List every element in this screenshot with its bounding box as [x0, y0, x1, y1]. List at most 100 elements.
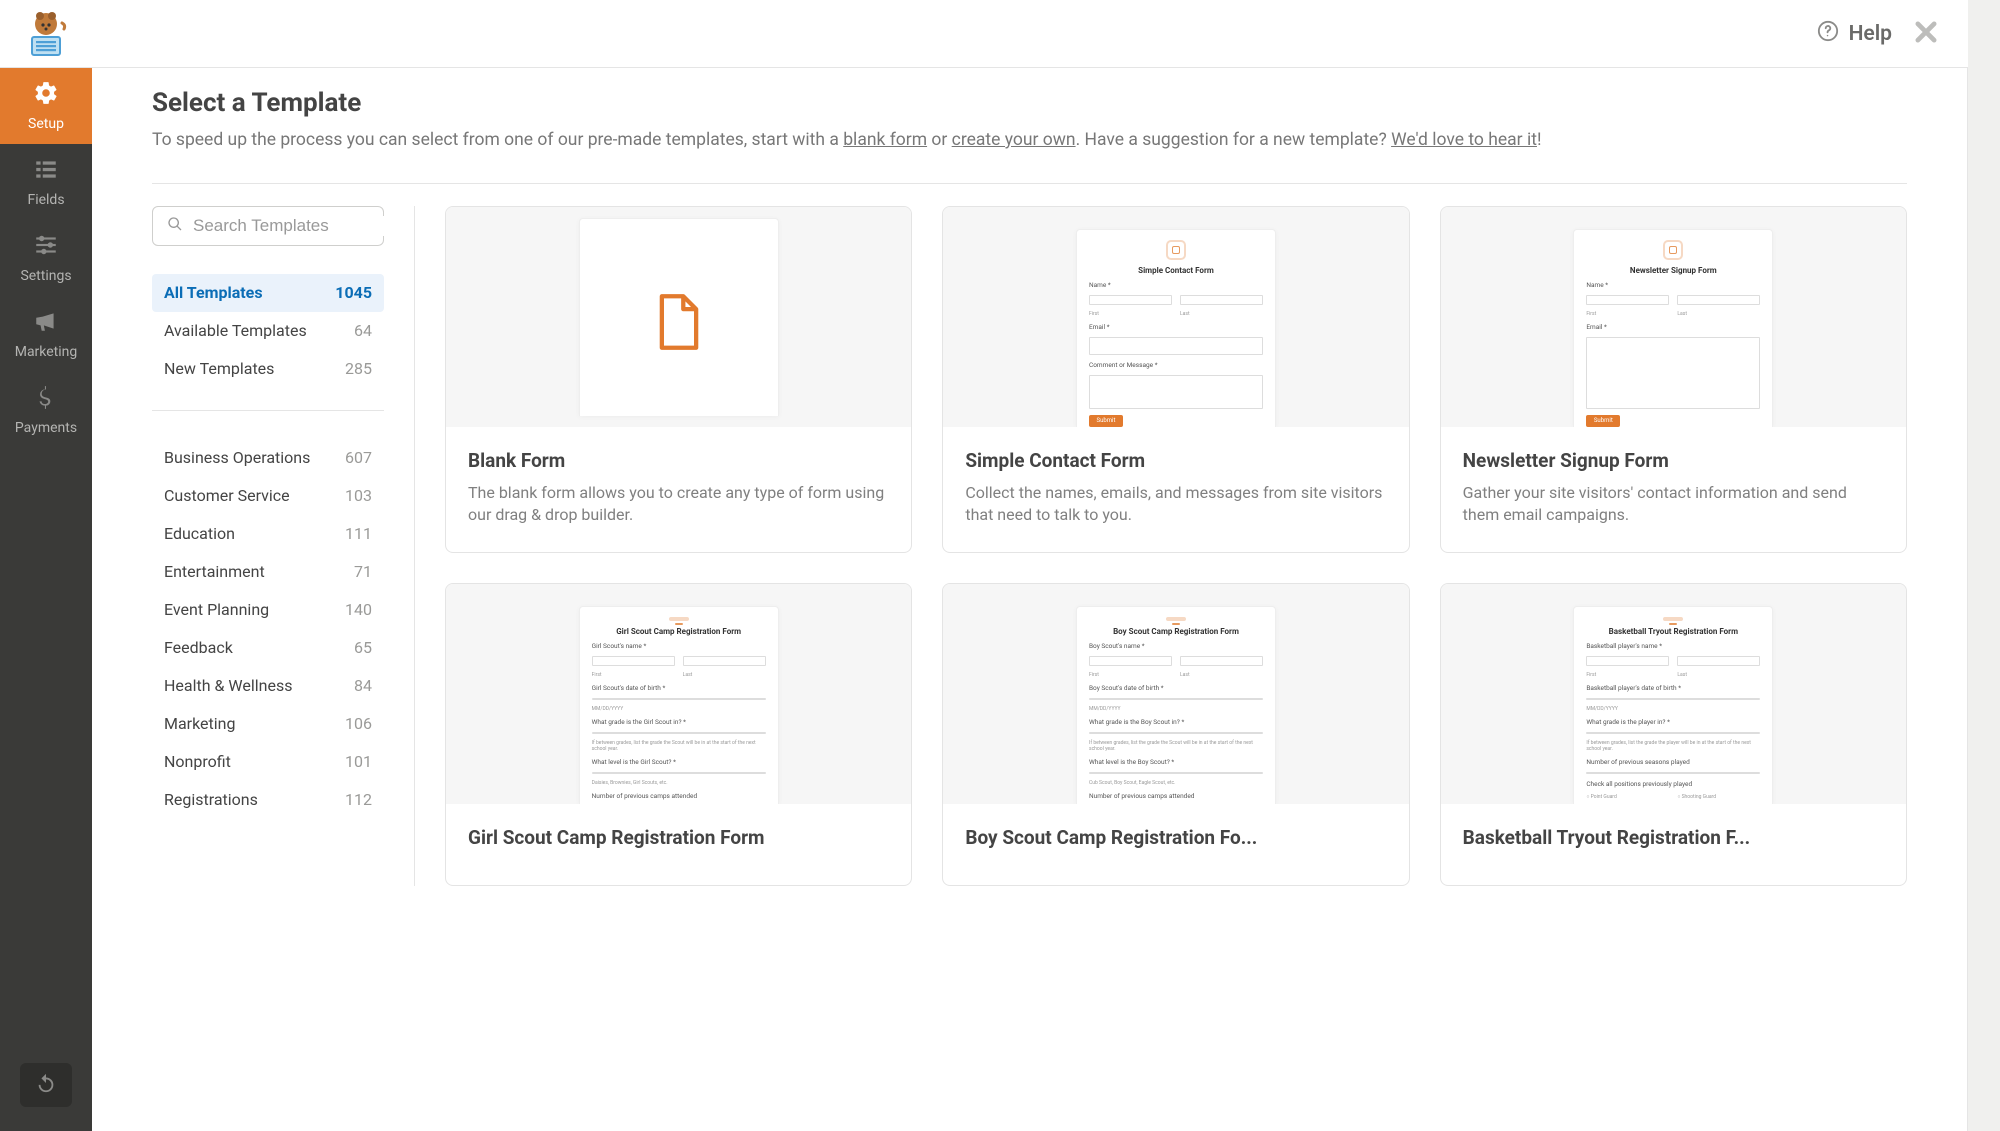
- app-logo[interactable]: [0, 0, 92, 68]
- template-card[interactable]: Newsletter Signup FormName *FirstLastEma…: [1440, 206, 1907, 554]
- nav-label: Settings: [20, 268, 71, 284]
- category-count: 101: [345, 752, 372, 771]
- dollar-icon: [31, 384, 61, 414]
- template-preview: Newsletter Signup FormName *FirstLastEma…: [1441, 207, 1906, 427]
- category-item[interactable]: Education 111: [152, 515, 384, 553]
- category-count: 112: [345, 790, 372, 809]
- nav-payments[interactable]: Payments: [0, 372, 92, 448]
- template-title: Newsletter Signup Form: [1463, 449, 1884, 472]
- help-label: Help: [1849, 22, 1892, 46]
- template-preview: [446, 207, 911, 427]
- main-area: Help Select a Template To speed up the p…: [92, 0, 1968, 1131]
- category-item[interactable]: Available Templates 64: [152, 312, 384, 350]
- undo-icon: [35, 1072, 57, 1098]
- template-title: Blank Form: [468, 449, 889, 472]
- category-count: 64: [354, 321, 372, 340]
- category-label: Available Templates: [164, 321, 307, 340]
- category-label: Nonprofit: [164, 752, 231, 771]
- help-icon: [1817, 20, 1839, 48]
- top-filters: All Templates 1045 Available Templates 64 Ne…: [152, 274, 384, 388]
- category-label: Health & Wellness: [164, 676, 292, 695]
- template-grid: Blank Form The blank form allows you to c…: [445, 206, 1907, 887]
- nav-setup[interactable]: Setup: [0, 68, 92, 144]
- category-label: Registrations: [164, 790, 258, 809]
- template-card[interactable]: Simple Contact FormName *FirstLastEmail …: [942, 206, 1409, 554]
- template-preview: Basketball Tryout Registration FormBaske…: [1441, 584, 1906, 804]
- nav-label: Payments: [15, 420, 77, 436]
- nav-label: Setup: [28, 116, 64, 132]
- nav-fields[interactable]: Fields: [0, 144, 92, 220]
- template-title: Basketball Tryout Registration F...: [1463, 826, 1884, 849]
- nav-label: Fields: [27, 192, 64, 208]
- template-title: Simple Contact Form: [965, 449, 1386, 472]
- category-label: Customer Service: [164, 486, 290, 505]
- category-item[interactable]: Event Planning 140: [152, 591, 384, 629]
- close-button[interactable]: [1908, 14, 1944, 54]
- category-label: Education: [164, 524, 235, 543]
- template-grid-wrap: Blank Form The blank form allows you to c…: [414, 206, 1907, 887]
- feedback-link[interactable]: We'd love to hear it: [1391, 130, 1537, 150]
- category-count: 1045: [335, 283, 372, 302]
- category-label: Feedback: [164, 638, 233, 657]
- template-preview: Simple Contact FormName *FirstLastEmail …: [943, 207, 1408, 427]
- category-label: All Templates: [164, 283, 263, 302]
- category-item[interactable]: New Templates 285: [152, 350, 384, 388]
- nav-marketing[interactable]: Marketing: [0, 296, 92, 372]
- category-count: 111: [345, 524, 372, 543]
- filters-panel: All Templates 1045 Available Templates 64 Ne…: [152, 206, 384, 887]
- template-card[interactable]: Blank Form The blank form allows you to c…: [445, 206, 912, 554]
- category-item[interactable]: All Templates 1045: [152, 274, 384, 312]
- template-card[interactable]: Girl Scout Camp Registration FormGirl Sc…: [445, 583, 912, 886]
- create-own-link[interactable]: create your own: [952, 130, 1076, 150]
- category-item[interactable]: Customer Service 103: [152, 477, 384, 515]
- category-item[interactable]: Feedback 65: [152, 629, 384, 667]
- category-count: 140: [345, 600, 372, 619]
- nav-label: Marketing: [15, 344, 78, 360]
- template-preview: Girl Scout Camp Registration FormGirl Sc…: [446, 584, 911, 804]
- gear-icon: [31, 80, 61, 110]
- category-filters: Business Operations607 Customer Service 10…: [152, 439, 384, 819]
- category-label: Marketing: [164, 714, 235, 733]
- page-title: Select a Template: [152, 88, 1907, 118]
- search-icon: [167, 216, 183, 236]
- category-count: 285: [345, 359, 372, 378]
- template-title: Boy Scout Camp Registration Fo...: [965, 826, 1386, 849]
- topbar: Help: [92, 0, 1968, 68]
- bullhorn-icon: [31, 308, 61, 338]
- template-card[interactable]: Basketball Tryout Registration FormBaske…: [1440, 583, 1907, 886]
- category-count: 103: [345, 486, 372, 505]
- undo-button[interactable]: [20, 1063, 72, 1107]
- template-desc: The blank form allows you to create any …: [468, 482, 889, 527]
- list-icon: [31, 156, 61, 186]
- category-label: Entertainment: [164, 562, 265, 581]
- template-desc: Gather your site visitors' contact infor…: [1463, 482, 1884, 527]
- search-input[interactable]: [193, 216, 414, 236]
- category-item[interactable]: Entertainment 71: [152, 553, 384, 591]
- category-label: Event Planning: [164, 600, 269, 619]
- template-title: Girl Scout Camp Registration Form: [468, 826, 889, 849]
- blank-form-link[interactable]: blank form: [843, 130, 927, 150]
- page-subtitle: To speed up the process you can select f…: [152, 128, 1907, 153]
- template-preview: Boy Scout Camp Registration FormBoy Scou…: [943, 584, 1408, 804]
- main-sidebar: Setup Fields Settings Marketing Payments: [0, 0, 92, 1131]
- file-icon: [652, 292, 706, 352]
- template-card[interactable]: Boy Scout Camp Registration FormBoy Scou…: [942, 583, 1409, 886]
- category-count: 106: [345, 714, 372, 733]
- nav-settings[interactable]: Settings: [0, 220, 92, 296]
- search-box[interactable]: [152, 206, 384, 246]
- category-item[interactable]: Marketing 106: [152, 705, 384, 743]
- category-count: 71: [354, 562, 372, 581]
- category-item[interactable]: Nonprofit 101: [152, 743, 384, 781]
- help-button[interactable]: Help: [1817, 20, 1892, 48]
- right-gutter: [1968, 0, 2000, 1131]
- category-count: 607: [345, 448, 372, 467]
- content-scroll[interactable]: Select a Template To speed up the proces…: [92, 68, 1968, 1131]
- category-item[interactable]: Registrations 112: [152, 781, 384, 819]
- divider: [152, 410, 384, 411]
- category-count: 65: [354, 638, 372, 657]
- category-item[interactable]: Business Operations607: [152, 439, 384, 477]
- category-item[interactable]: Health & Wellness84: [152, 667, 384, 705]
- category-label: New Templates: [164, 359, 274, 378]
- template-desc: Collect the names, emails, and messages …: [965, 482, 1386, 527]
- sliders-icon: [31, 232, 61, 262]
